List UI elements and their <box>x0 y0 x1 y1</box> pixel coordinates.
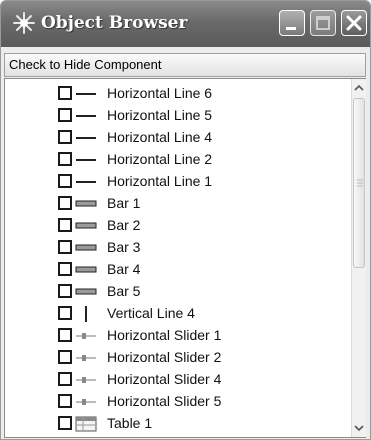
list-item-label: Vertical Line 4 <box>107 305 195 321</box>
list-item[interactable]: Table 1 <box>5 414 345 434</box>
list-item-label: Bar 5 <box>107 283 141 299</box>
slider-icon <box>75 327 97 345</box>
list-item[interactable]: Bar 2 <box>5 216 345 236</box>
horizontal-line-icon <box>75 85 97 103</box>
list-item-label: Horizontal Line 5 <box>107 107 213 123</box>
list-item-label: Horizontal Slider 5 <box>107 393 222 409</box>
list-item[interactable]: Vertical Line 4 <box>5 304 345 324</box>
hide-checkbox[interactable] <box>58 240 72 254</box>
bar-icon <box>75 283 97 301</box>
horizontal-line-icon <box>75 107 97 125</box>
hide-checkbox[interactable] <box>58 218 72 232</box>
list-item[interactable]: Horizontal Slider 4 <box>5 370 345 390</box>
scroll-down-button[interactable] <box>352 420 366 436</box>
column-header[interactable]: Check to Hide Component <box>4 53 366 77</box>
hide-checkbox[interactable] <box>58 306 72 320</box>
list-item-label: Bar 3 <box>107 239 141 255</box>
hide-checkbox[interactable] <box>58 130 72 144</box>
hide-checkbox[interactable] <box>58 108 72 122</box>
hide-checkbox[interactable] <box>58 416 72 430</box>
hide-checkbox[interactable] <box>58 350 72 364</box>
list-item-label: Bar 1 <box>107 195 141 211</box>
hide-checkbox[interactable] <box>58 196 72 210</box>
bar-icon <box>75 195 97 213</box>
chevron-down-icon <box>352 423 366 439</box>
list-item[interactable]: Horizontal Slider 1 <box>5 326 345 346</box>
list-item[interactable]: Bar 5 <box>5 282 345 302</box>
hide-checkbox[interactable] <box>58 174 72 188</box>
vertical-line-icon <box>75 305 97 323</box>
vertical-scrollbar[interactable] <box>351 79 366 437</box>
list-item-label: Horizontal Slider 2 <box>107 349 222 365</box>
list-item[interactable]: Horizontal Line 2 <box>5 150 345 170</box>
horizontal-line-icon <box>75 151 97 169</box>
component-list: Horizontal Line 6 Horizontal Line 5 Horizo… <box>4 78 366 438</box>
horizontal-line-icon <box>75 173 97 191</box>
hide-checkbox[interactable] <box>58 152 72 166</box>
list-item-label: Horizontal Line 1 <box>107 173 213 189</box>
list-item-label: Horizontal Slider 1 <box>107 327 222 343</box>
list-item[interactable]: Bar 4 <box>5 260 345 280</box>
close-button[interactable] <box>341 10 367 36</box>
scroll-up-button[interactable] <box>352 80 366 96</box>
list-item[interactable]: Bar 3 <box>5 238 345 258</box>
hide-checkbox[interactable] <box>58 284 72 298</box>
list-item-label: Horizontal Line 2 <box>107 151 213 167</box>
bar-icon <box>75 261 97 279</box>
hide-checkbox[interactable] <box>58 394 72 408</box>
scroll-thumb[interactable] <box>353 98 365 268</box>
bar-icon <box>75 239 97 257</box>
hide-checkbox[interactable] <box>58 328 72 342</box>
window-title: Object Browser <box>41 13 188 33</box>
list-item-label: Table 1 <box>107 415 153 431</box>
sparkle-icon <box>11 10 37 36</box>
slider-icon <box>75 393 97 411</box>
list-item-label: Horizontal Slider 4 <box>107 371 222 387</box>
list-item[interactable]: Horizontal Line 4 <box>5 128 345 148</box>
list-item[interactable]: Horizontal Line 1 <box>5 172 345 192</box>
title-bar[interactable]: Object Browser <box>1 1 370 47</box>
slider-icon <box>75 371 97 389</box>
maximize-button[interactable] <box>310 10 336 36</box>
minimize-button[interactable] <box>279 10 305 36</box>
bar-icon <box>75 217 97 235</box>
object-browser-window: Object Browser Check to Hide Component H… <box>0 0 371 440</box>
list-item[interactable]: Horizontal Line 5 <box>5 106 345 126</box>
list-item-label: Bar 2 <box>107 217 141 233</box>
table-icon <box>75 415 97 433</box>
list-item-label: Horizontal Line 4 <box>107 129 213 145</box>
list-item-label: Bar 4 <box>107 261 141 277</box>
list-item[interactable]: Horizontal Line 6 <box>5 84 345 104</box>
list-item[interactable]: Bar 1 <box>5 194 345 214</box>
list-item[interactable]: Horizontal Slider 5 <box>5 392 345 412</box>
hide-checkbox[interactable] <box>58 262 72 276</box>
slider-icon <box>75 349 97 367</box>
hide-checkbox[interactable] <box>58 372 72 386</box>
hide-checkbox[interactable] <box>58 86 72 100</box>
horizontal-line-icon <box>75 129 97 147</box>
list-item-label: Horizontal Line 6 <box>107 85 213 101</box>
list-item[interactable]: Horizontal Slider 2 <box>5 348 345 368</box>
